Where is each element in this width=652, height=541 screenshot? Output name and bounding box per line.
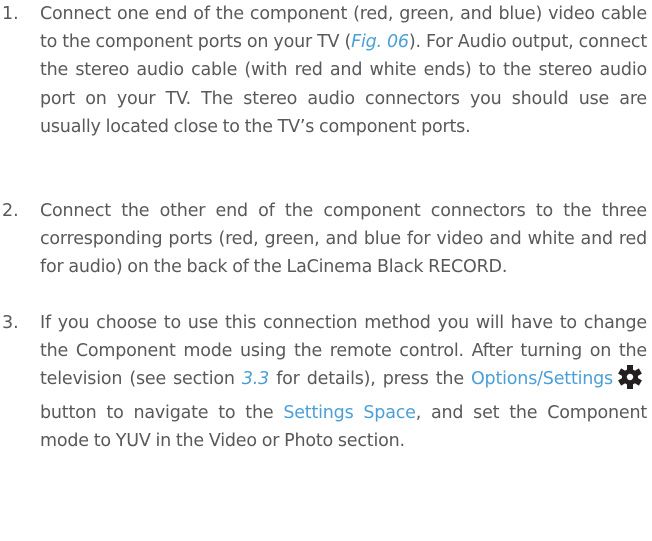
gear-icon xyxy=(616,365,644,398)
step-text: If you choose to use this connection met… xyxy=(40,313,648,451)
figure-link[interactable]: Fig. 06 xyxy=(351,32,409,52)
instruction-list: 1. Connect one end of the component (red… xyxy=(0,0,652,541)
options-settings-link[interactable]: Options/Settings xyxy=(471,369,613,389)
settings-space-link[interactable]: Settings Space xyxy=(283,403,416,423)
section-link[interactable]: 3.3 xyxy=(242,369,269,389)
step-number: 3. xyxy=(2,313,19,333)
step-number: 1. xyxy=(2,4,19,24)
step-text: Connect the other end of the component c… xyxy=(40,201,647,278)
step-number: 2. xyxy=(2,201,19,221)
step-text: Connect one end of the component (red, g… xyxy=(40,4,648,137)
